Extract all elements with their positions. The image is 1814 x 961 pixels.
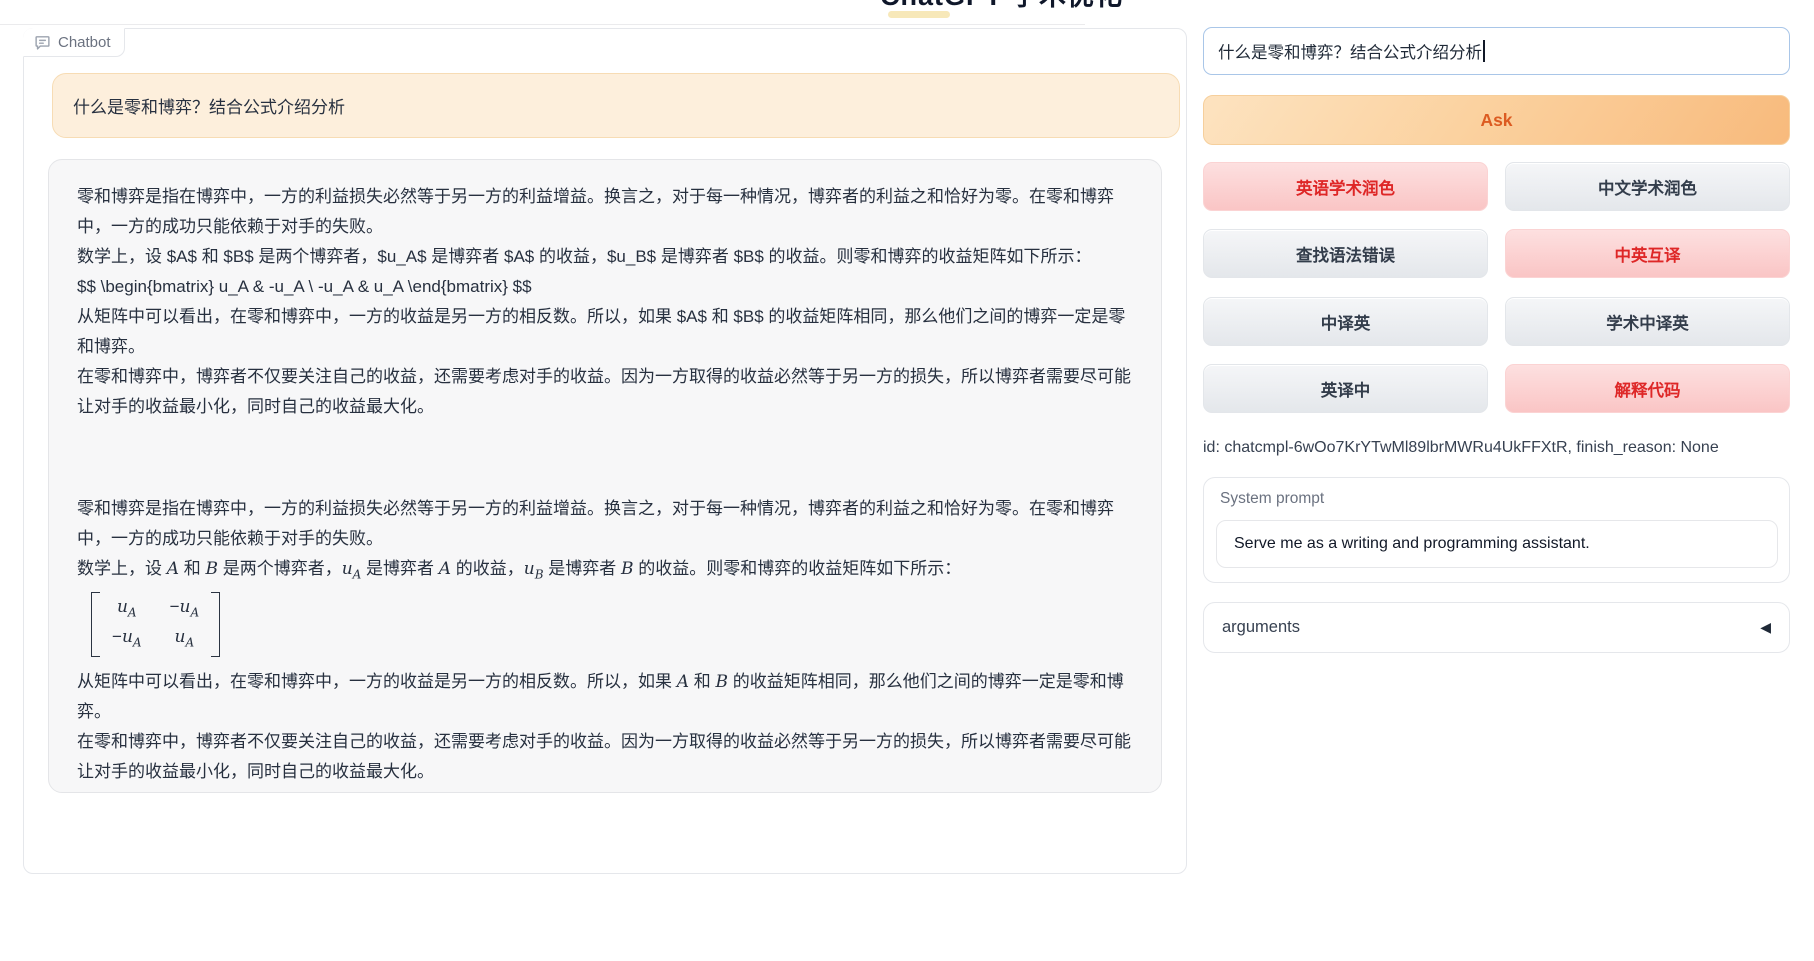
top-divider [0,24,1085,25]
bot-rendered-paragraph: 在零和博弈中，博弈者不仅要关注自己的收益，还需要考虑对手的收益。因为一方取得的收… [77,727,1133,787]
shortcut-button-zh-en-mutual-translate[interactable]: 中英互译 [1505,229,1790,278]
chat-bubble-icon [34,34,51,51]
chatbot-panel: Chatbot 什么是零和博弈？结合公式介绍分析 零和博弈是指在博弈中，一方的利… [23,28,1187,874]
bot-message-bubble: 零和博弈是指在博弈中，一方的利益损失必然等于另一方的利益增益。换言之，对于每一种… [48,159,1162,793]
paragraph-gap [77,422,1133,494]
bot-raw-paragraph: 从矩阵中可以看出，在零和博弈中，一方的收益是另一方的相反数。所以，如果 $A$ … [77,302,1133,362]
shortcut-button-chinese-polish[interactable]: 中文学术润色 [1505,162,1790,211]
bot-raw-paragraph: 在零和博弈中，博弈者不仅要关注自己的收益，还需要考虑对手的收益。因为一方取得的收… [77,362,1133,422]
bot-rendered-math-line: 从矩阵中可以看出，在零和博弈中，一方的收益是另一方的相反数。所以，如果 A 和 … [77,667,1133,727]
system-prompt-label: System prompt [1220,490,1324,508]
chatbot-label-text: Chatbot [58,34,111,51]
bot-rendered-math-line: 数学上，设 A 和 B 是两个博弈者，uA 是博弈者 A 的收益，uB 是博弈者… [77,554,1133,589]
matrix-right-bracket [211,592,220,657]
matrix-cells: uA−uA−uAuA [100,592,211,657]
system-prompt-value: Serve me as a writing and programming as… [1234,535,1590,553]
user-message-text: 什么是零和博弈？结合公式介绍分析 [73,93,345,118]
shortcut-button-explain-code[interactable]: 解释代码 [1505,364,1790,413]
completion-status-text: id: chatcmpl-6wOo7KrYTwMl89lbrMWRu4UkFFX… [1203,439,1790,457]
bot-raw-paragraph: 零和博弈是指在博弈中，一方的利益损失必然等于另一方的利益增益。换言之，对于每一种… [77,182,1133,242]
accordion-collapsed-arrow-icon: ◀ [1760,619,1771,636]
shortcut-button-zh-to-en[interactable]: 中译英 [1203,297,1488,346]
chatbot-label: Chatbot [23,28,125,57]
question-input[interactable]: 什么是零和博弈？结合公式介绍分析 [1203,27,1790,75]
arguments-accordion-label: arguments [1222,618,1300,637]
title-underline-fragment [888,11,950,18]
ask-button[interactable]: Ask [1203,95,1790,145]
system-prompt-group: System prompt Serve me as a writing and … [1203,477,1790,583]
shortcut-button-en-to-zh[interactable]: 英译中 [1203,364,1488,413]
bot-rendered-paragraph: 零和博弈是指在博弈中，一方的利益损失必然等于另一方的利益增益。换言之，对于每一种… [77,494,1133,554]
bot-raw-paragraph: 数学上，设 $A$ 和 $B$ 是两个博弈者，$u_A$ 是博弈者 $A$ 的收… [77,242,1133,272]
question-input-value: 什么是零和博弈？结合公式介绍分析 [1218,39,1482,63]
user-message-bubble: 什么是零和博弈？结合公式介绍分析 [52,73,1180,138]
text-cursor [1483,40,1485,62]
system-prompt-input[interactable]: Serve me as a writing and programming as… [1216,520,1778,568]
shortcut-button-find-grammar-errors[interactable]: 查找语法错误 [1203,229,1488,278]
shortcut-button-english-polish[interactable]: 英语学术润色 [1203,162,1488,211]
arguments-accordion[interactable]: arguments ◀ [1203,602,1790,653]
bot-raw-latex-line: $$ \begin{bmatrix} u_A & -u_A \ -u_A & u… [77,272,1133,302]
matrix-left-bracket [91,592,100,657]
math-matrix: uA−uA−uAuA [77,589,1133,667]
shortcut-button-academic-zh-to-en[interactable]: 学术中译英 [1505,297,1790,346]
